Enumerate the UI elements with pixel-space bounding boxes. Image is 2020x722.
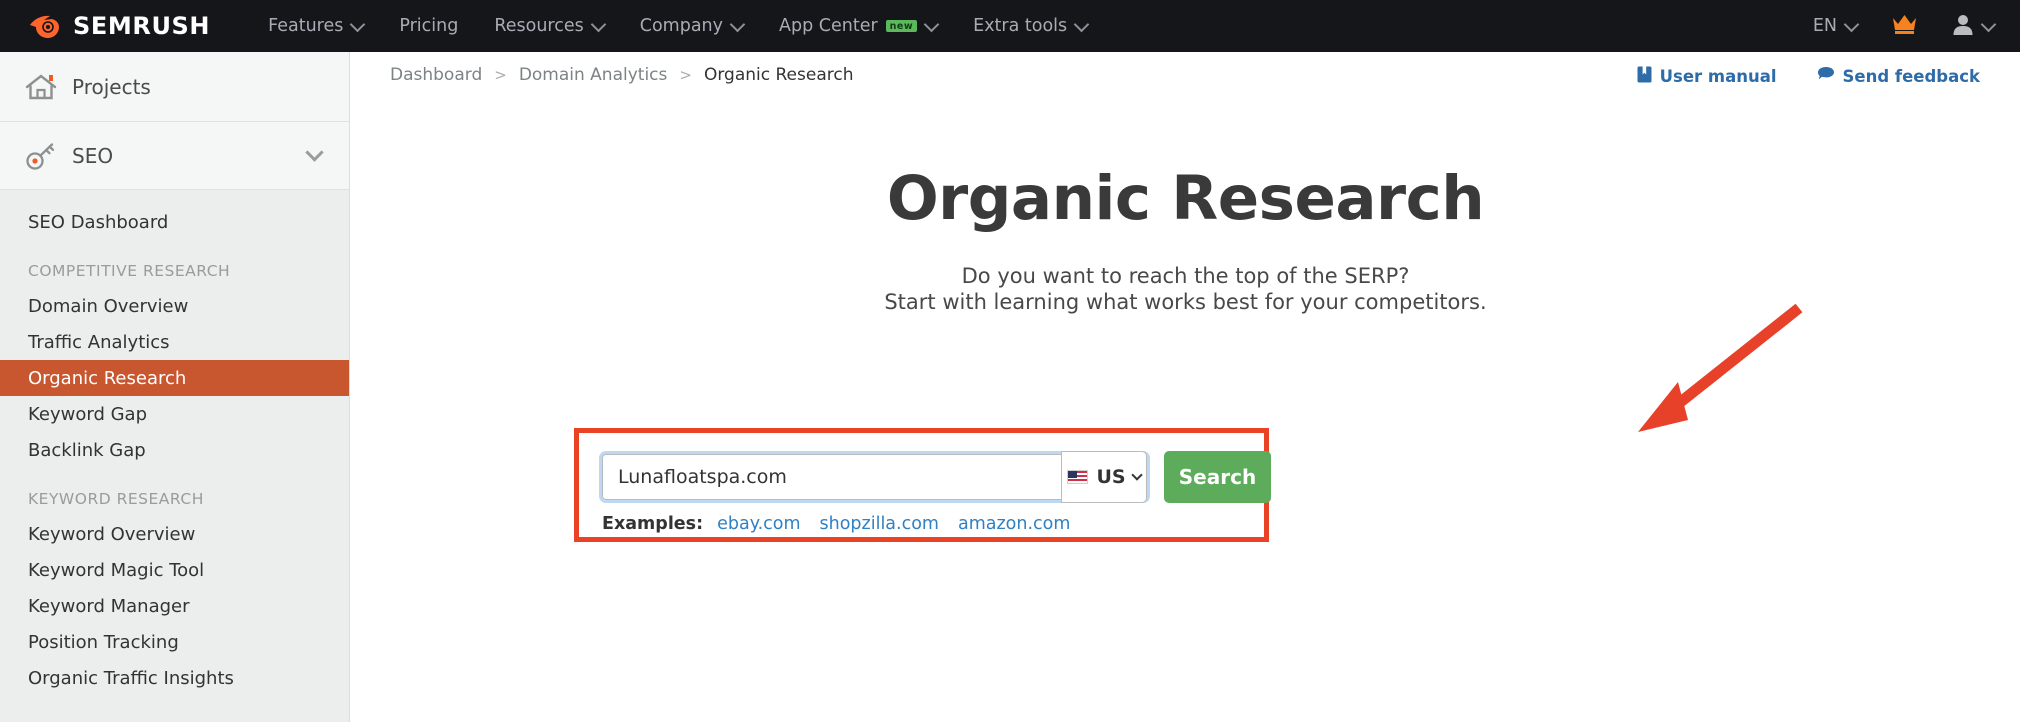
sidebar-item-label: SEO Dashboard: [28, 211, 169, 233]
example-link-ebay[interactable]: ebay.com: [717, 514, 800, 534]
sidebar-item-organic-research[interactable]: Organic Research: [0, 360, 349, 396]
chevron-down-icon: [729, 16, 746, 32]
nav-item-app-center[interactable]: App Center new: [779, 16, 940, 36]
breadcrumb-item-organic-research: Organic Research: [703, 65, 854, 85]
sidebar-item-projects[interactable]: Projects: [0, 52, 349, 122]
sidebar-item-label: Keyword Gap: [28, 403, 148, 425]
search-input[interactable]: [602, 454, 1062, 500]
chevron-down-icon: [1980, 16, 1997, 32]
sidebar-item-label: Organic Research: [28, 367, 187, 389]
sidebar-item-organic-traffic-insights[interactable]: Organic Traffic Insights: [0, 660, 349, 696]
sidebar-projects-label: Projects: [72, 74, 151, 99]
chevron-down-icon: [1073, 16, 1090, 32]
sidebar-group-title-keyword-research: KEYWORD RESEARCH: [28, 490, 204, 508]
user-menu[interactable]: [1952, 13, 1997, 39]
us-flag-icon: [1067, 470, 1089, 484]
sidebar-item-keyword-magic-tool[interactable]: Keyword Magic Tool: [0, 552, 349, 588]
search-button[interactable]: Search: [1164, 451, 1271, 503]
chevron-down-icon: [1130, 469, 1143, 481]
country-selector[interactable]: US: [1061, 451, 1147, 503]
home-icon: [24, 72, 62, 102]
search-form: US Search: [599, 451, 1271, 503]
sidebar-item-label: Backlink Gap: [28, 439, 146, 461]
help-links: User manual Send feedback: [1637, 66, 1980, 87]
key-icon: [24, 141, 62, 171]
user-manual-label: User manual: [1659, 67, 1777, 86]
speech-bubble-icon: [1817, 66, 1843, 87]
sidebar-item-label: Keyword Magic Tool: [28, 559, 205, 581]
main-content: Dashboard > Domain Analytics > Organic R…: [351, 52, 2020, 722]
language-code: EN: [1812, 16, 1837, 36]
sidebar-links: SEO Dashboard COMPETITIVE RESEARCH Domai…: [0, 190, 349, 696]
sidebar-item-seo-dashboard[interactable]: SEO Dashboard: [0, 204, 349, 240]
nav-item-label: Extra tools: [973, 16, 1068, 36]
examples-label: Examples:: [602, 514, 704, 534]
nav-item-label: App Center: [779, 16, 878, 36]
brand-name: SEMRUSH: [73, 12, 211, 40]
sidebar-item-keyword-gap[interactable]: Keyword Gap: [0, 396, 349, 432]
sidebar-item-backlink-gap[interactable]: Backlink Gap: [0, 432, 349, 468]
chevron-down-icon: [350, 16, 366, 32]
send-feedback-link[interactable]: Send feedback: [1817, 66, 1980, 87]
hero-section: Organic Research Do you want to reach th…: [351, 163, 2020, 316]
breadcrumb-separator: >: [494, 66, 507, 84]
user-avatar-icon: [1952, 13, 1974, 39]
sidebar-item-keyword-overview[interactable]: Keyword Overview: [0, 516, 349, 552]
sidebar-item-label: Keyword Manager: [28, 595, 190, 617]
sidebar: Projects SEO SEO Dashboard COMPETITIVE R…: [0, 52, 350, 722]
sidebar-group-title-competitive-research: COMPETITIVE RESEARCH: [28, 262, 231, 280]
sidebar-item-traffic-analytics[interactable]: Traffic Analytics: [0, 324, 349, 360]
nav-item-label: Resources: [494, 16, 584, 36]
crown-icon[interactable]: [1891, 13, 1918, 39]
sidebar-item-label: Organic Traffic Insights: [28, 667, 234, 689]
nav-item-label: Pricing: [399, 16, 459, 36]
example-link-shopzilla[interactable]: shopzilla.com: [820, 514, 939, 534]
new-badge: new: [885, 19, 918, 33]
chevron-down-icon: [1843, 16, 1860, 32]
highlight-box-annotation: US Search Examples: ebay.com shopzilla.c…: [574, 428, 1271, 542]
user-manual-link[interactable]: User manual: [1637, 66, 1777, 87]
language-selector[interactable]: EN: [1812, 16, 1860, 36]
sidebar-item-keyword-manager[interactable]: Keyword Manager: [0, 588, 349, 624]
top-navigation-bar: SEMRUSH Features Pricing Resources Compa…: [0, 0, 2020, 52]
example-link-amazon[interactable]: amazon.com: [958, 514, 1070, 534]
arrow-annotation-icon: [1616, 300, 1816, 444]
nav-item-resources[interactable]: Resources: [494, 16, 607, 36]
search-input-focus-ring: US: [599, 451, 1150, 503]
nav-item-features[interactable]: Features: [268, 16, 366, 36]
page-title: Organic Research: [886, 163, 1485, 234]
nav-item-pricing[interactable]: Pricing: [399, 16, 458, 36]
sidebar-item-label: Traffic Analytics: [28, 331, 170, 353]
breadcrumb-item-domain-analytics[interactable]: Domain Analytics: [519, 65, 668, 85]
sidebar-item-label: Keyword Overview: [28, 523, 196, 545]
chevron-down-icon[interactable]: [305, 143, 324, 162]
sidebar-section-seo[interactable]: SEO: [0, 122, 349, 190]
sidebar-seo-label: SEO: [72, 143, 114, 168]
breadcrumb-separator: >: [679, 66, 692, 84]
nav-item-extra-tools[interactable]: Extra tools: [973, 16, 1090, 36]
breadcrumb: Dashboard > Domain Analytics > Organic R…: [351, 52, 2020, 98]
sidebar-item-label: Domain Overview: [28, 295, 189, 317]
nav-item-label: Company: [639, 16, 723, 36]
sidebar-item-label: Position Tracking: [28, 631, 179, 653]
semrush-flame-icon: [28, 12, 62, 40]
country-code-label: US: [1096, 466, 1126, 488]
book-icon: [1637, 66, 1660, 87]
nav-item-company[interactable]: Company: [639, 16, 746, 36]
breadcrumb-item-dashboard[interactable]: Dashboard: [390, 65, 482, 85]
nav-item-label: Features: [268, 16, 344, 36]
send-feedback-label: Send feedback: [1842, 67, 1980, 86]
sidebar-item-domain-overview[interactable]: Domain Overview: [0, 288, 349, 324]
brand-logo-link[interactable]: SEMRUSH: [28, 12, 210, 40]
top-nav-items: Features Pricing Resources Company App C…: [268, 16, 1123, 36]
sidebar-item-position-tracking[interactable]: Position Tracking: [0, 624, 349, 660]
hero-subtitle-line-1: Do you want to reach the top of the SERP…: [961, 264, 1410, 288]
chevron-down-icon: [590, 16, 607, 32]
top-nav-right-controls: EN: [1812, 0, 1997, 52]
chevron-down-icon: [923, 16, 940, 32]
examples-row: Examples: ebay.com shopzilla.com amazon.…: [602, 514, 1089, 534]
